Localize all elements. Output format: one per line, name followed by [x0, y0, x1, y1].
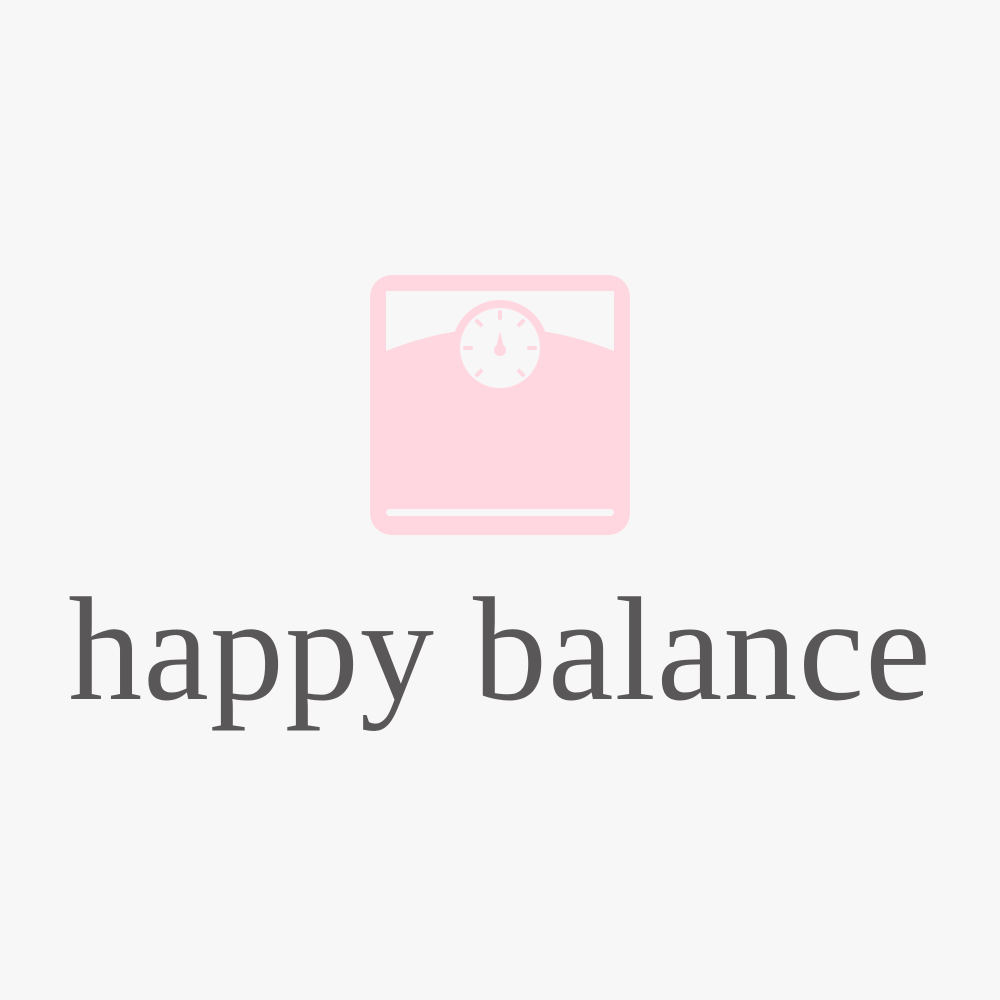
scale-needle-hub: [494, 344, 506, 356]
scale-base-line: [386, 509, 614, 516]
logo: happy balance: [0, 0, 1000, 1000]
bathroom-scale-icon: [370, 275, 630, 535]
brand-name: happy balance: [68, 568, 932, 732]
